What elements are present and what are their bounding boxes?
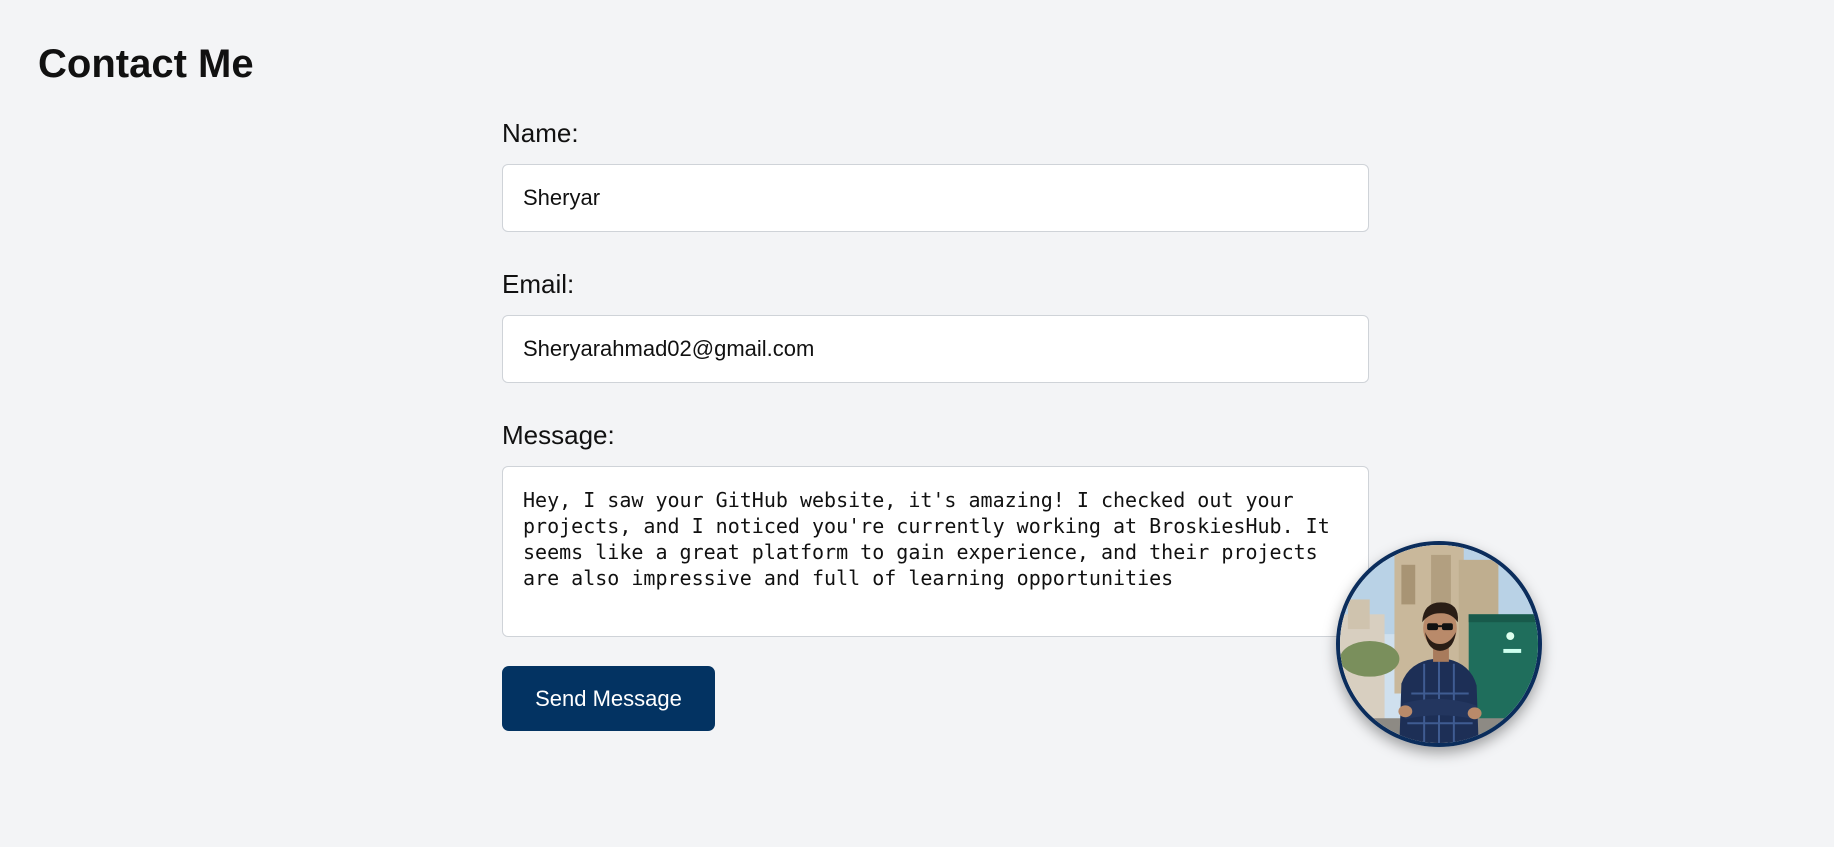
profile-photo xyxy=(1340,545,1538,743)
contact-form: Name: Email: Message: Hey, I saw your Gi… xyxy=(502,118,1369,637)
message-textarea[interactable]: Hey, I saw your GitHub website, it's ama… xyxy=(502,466,1369,637)
avatar[interactable] xyxy=(1336,541,1542,747)
send-message-button[interactable]: Send Message xyxy=(502,666,715,731)
email-label: Email: xyxy=(502,269,575,299)
message-label: Message: xyxy=(502,420,615,450)
email-input[interactable] xyxy=(502,315,1369,383)
name-input[interactable] xyxy=(502,164,1369,232)
page-title: Contact Me xyxy=(38,42,254,86)
name-label: Name: xyxy=(502,118,579,148)
